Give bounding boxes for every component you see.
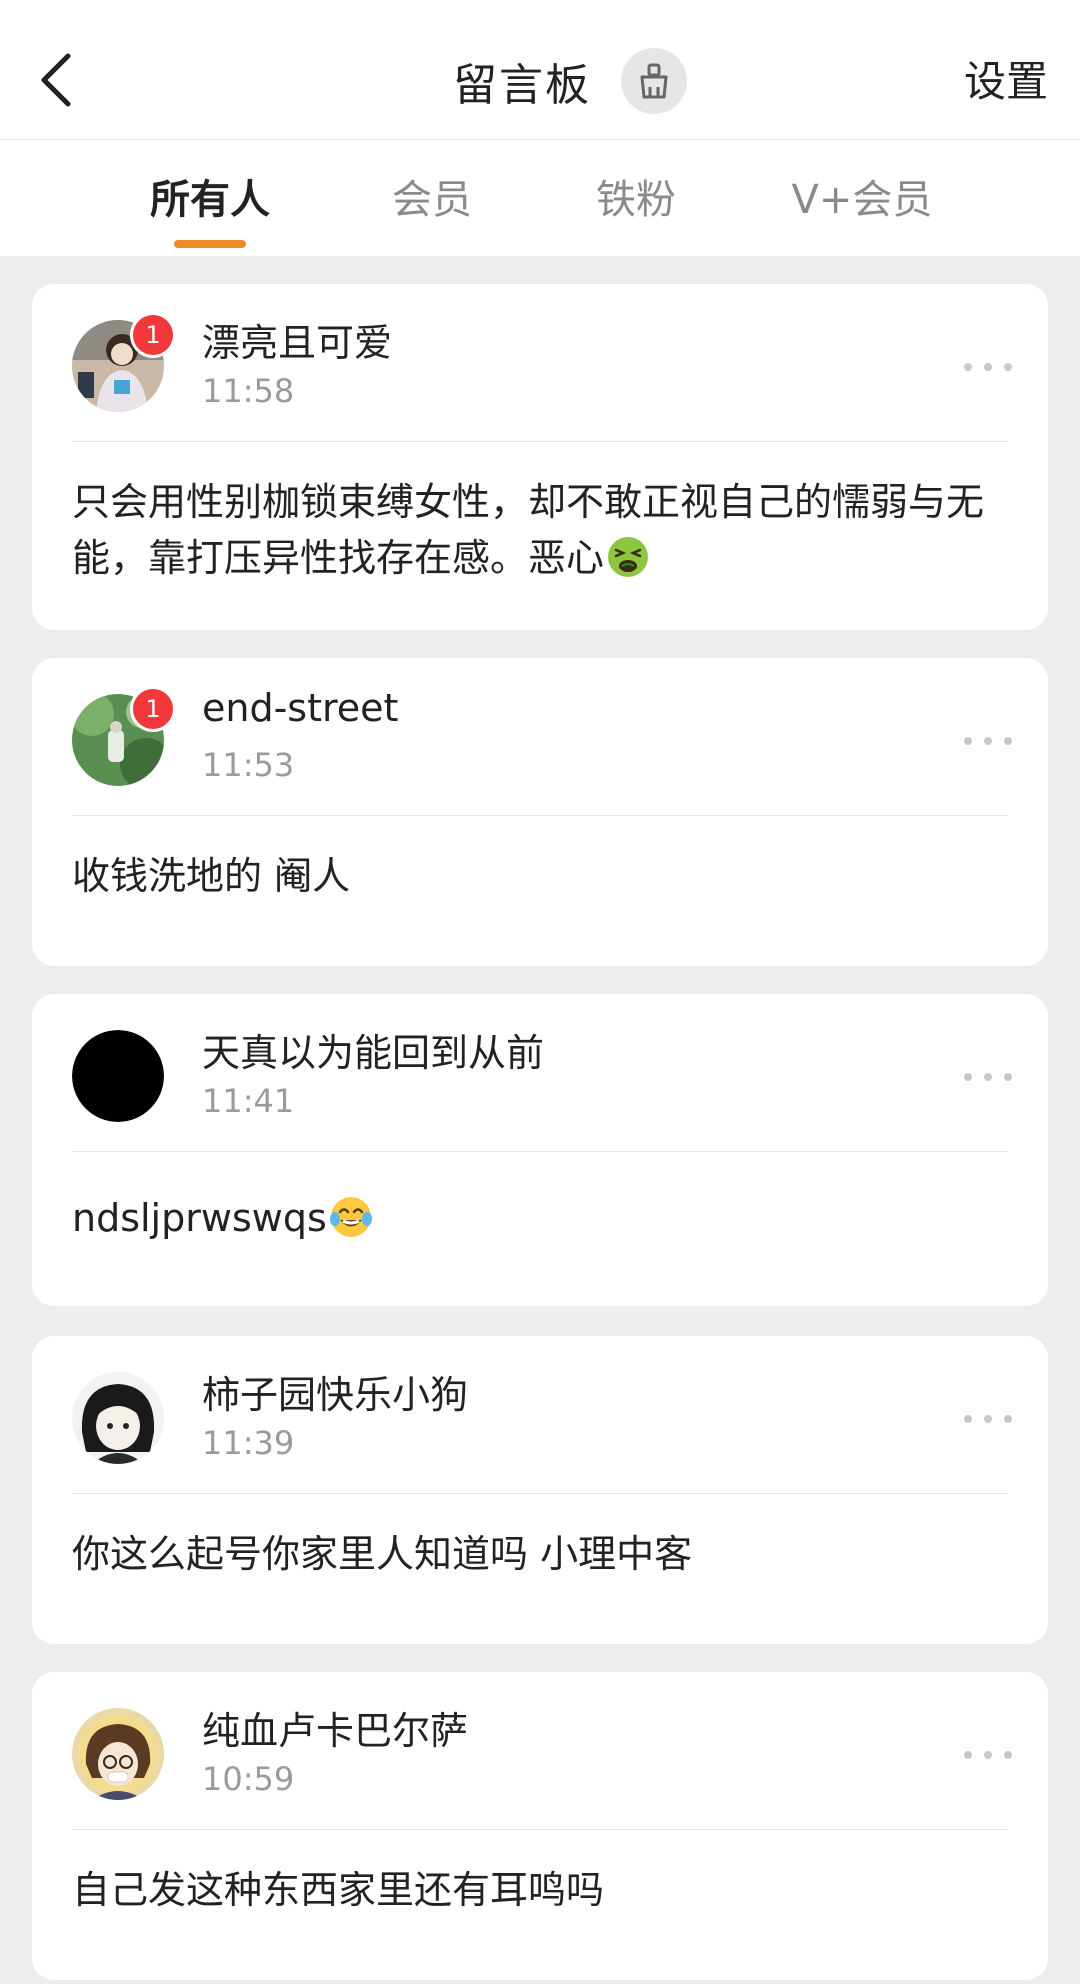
settings-button[interactable]: 设置 bbox=[964, 52, 1048, 112]
avatar[interactable] bbox=[72, 1708, 164, 1800]
message-text: 自己发这种东西家里还有耳鸣吗 bbox=[72, 1868, 605, 1912]
divider bbox=[72, 441, 1008, 442]
username[interactable]: end-street bbox=[202, 686, 398, 730]
username[interactable]: 纯血卢卡巴尔萨 bbox=[202, 1700, 468, 1755]
message-card: 柿子园快乐小狗 11:39 你这么起号你家里人知道吗 小理中客 bbox=[32, 1336, 1048, 1644]
avatar[interactable] bbox=[72, 1372, 164, 1464]
tab-vplus-members[interactable]: V+会员 bbox=[792, 170, 933, 230]
more-options-icon[interactable] bbox=[964, 1062, 1012, 1092]
nauseated-face-emoji bbox=[608, 537, 649, 577]
title-group: 留言板 bbox=[0, 48, 1080, 114]
message-text: 只会用性别枷锁束缚女性，却不敢正视自己的懦弱与无能，靠打压异性找存在感。恶心 bbox=[72, 480, 985, 580]
timestamp: 11:41 bbox=[202, 1082, 295, 1120]
timestamp: 10:59 bbox=[202, 1760, 295, 1798]
username[interactable]: 漂亮且可爱 bbox=[202, 312, 392, 367]
timestamp: 11:53 bbox=[202, 746, 295, 784]
more-options-icon[interactable] bbox=[964, 1404, 1012, 1434]
message-card: 纯血卢卡巴尔萨 10:59 自己发这种东西家里还有耳鸣吗 bbox=[32, 1672, 1048, 1980]
divider bbox=[72, 1493, 1008, 1494]
notification-badge: 1 bbox=[130, 686, 176, 732]
avatar[interactable] bbox=[72, 1030, 164, 1122]
message-card: 天真以为能回到从前 11:41 ndsljprwswqs bbox=[32, 994, 1048, 1306]
tab-bar: 所有人 会员 铁粉 V+会员 bbox=[0, 140, 1080, 256]
message-card: 1 end-street 11:53 收钱洗地的 阉人 bbox=[32, 658, 1048, 966]
divider bbox=[72, 1151, 1008, 1152]
tab-members[interactable]: 会员 bbox=[392, 170, 472, 230]
clear-button[interactable] bbox=[621, 48, 687, 114]
more-options-icon[interactable] bbox=[964, 352, 1012, 382]
page-title: 留言板 bbox=[453, 60, 591, 111]
username[interactable]: 柿子园快乐小狗 bbox=[202, 1364, 468, 1419]
divider bbox=[72, 1829, 1008, 1830]
top-bar: 留言板 设置 bbox=[0, 0, 1080, 140]
message-text: ndsljprwswqs bbox=[72, 1190, 1008, 1246]
active-tab-indicator bbox=[174, 240, 246, 248]
timestamp: 11:39 bbox=[202, 1424, 295, 1462]
tears-of-joy-emoji bbox=[329, 1197, 372, 1237]
tab-iron-fans[interactable]: 铁粉 bbox=[596, 170, 676, 230]
divider bbox=[72, 815, 1008, 816]
more-options-icon[interactable] bbox=[964, 1740, 1012, 1770]
timestamp: 11:58 bbox=[202, 372, 295, 410]
tab-everyone[interactable]: 所有人 bbox=[150, 170, 270, 230]
notification-badge: 1 bbox=[130, 312, 176, 358]
message-text: 你这么起号你家里人知道吗 小理中客 bbox=[72, 1532, 693, 1576]
message-card: 1 漂亮且可爱 11:58 只会用性别枷锁束缚女性，却不敢正视自己的懦弱与无能，… bbox=[32, 284, 1048, 630]
broom-icon bbox=[640, 63, 668, 99]
username[interactable]: 天真以为能回到从前 bbox=[202, 1022, 544, 1077]
message-text: 收钱洗地的 阉人 bbox=[72, 854, 351, 898]
more-options-icon[interactable] bbox=[964, 726, 1012, 756]
